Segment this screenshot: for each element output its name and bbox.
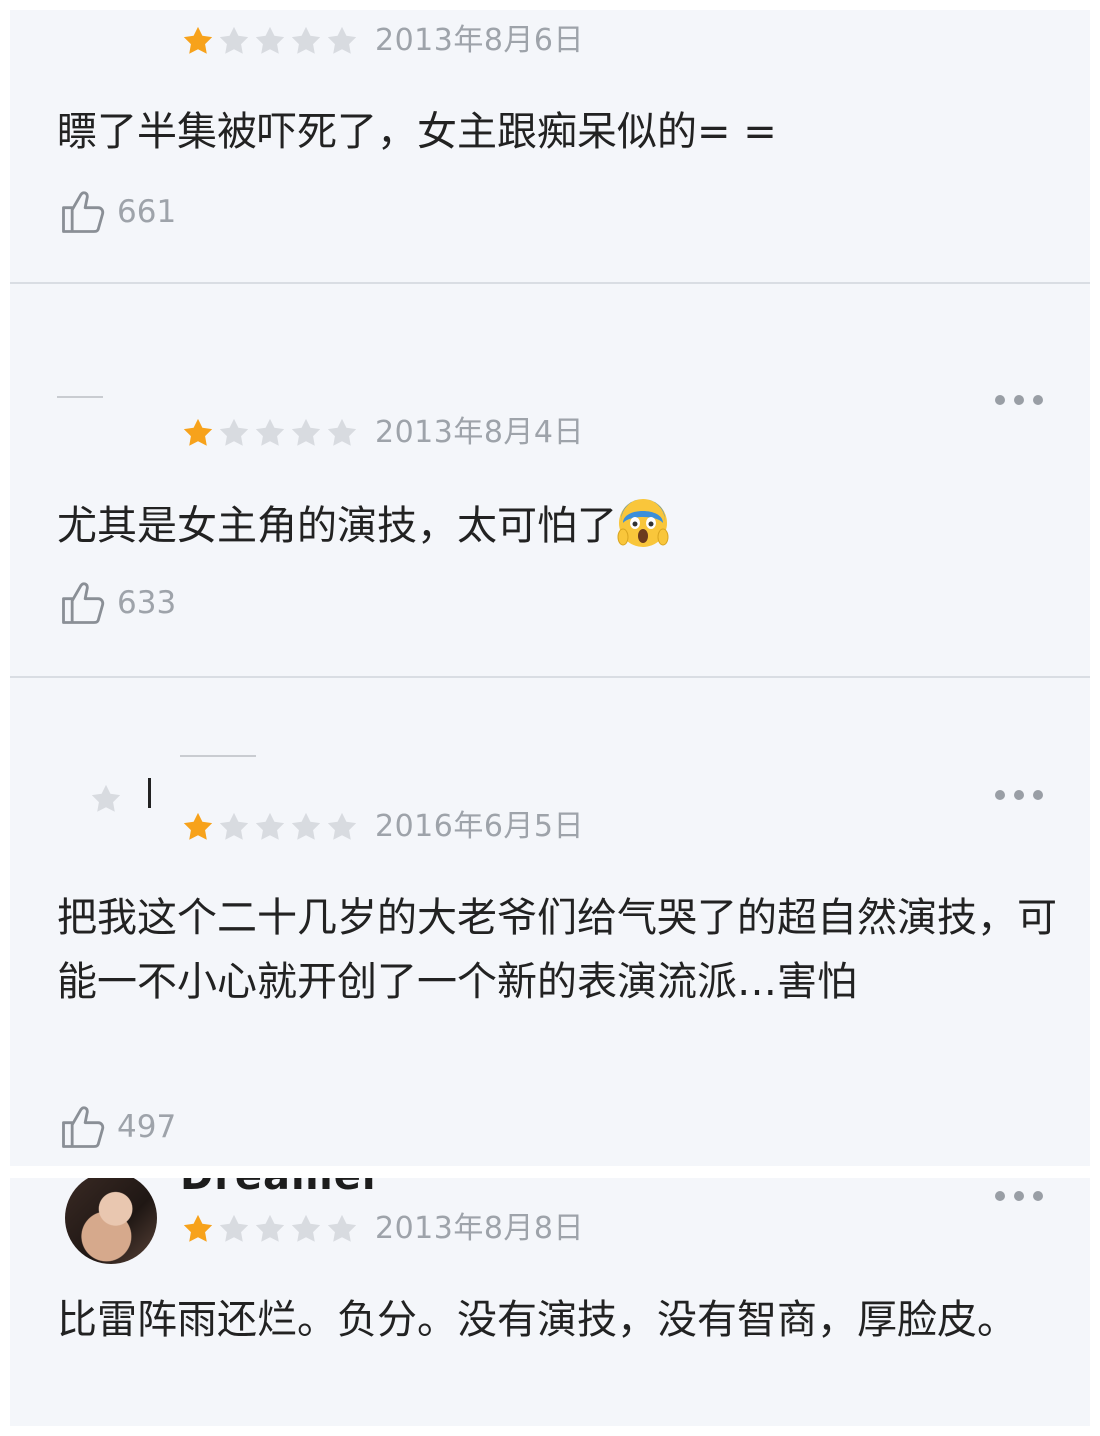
star-filled-icon [183,418,213,446]
review-text: 把我这个二十几岁的大老爷们给气哭了的超自然演技，可能一不小心就开创了一个新的表演… [57,895,1057,1005]
star-empty-icon [219,812,249,840]
star-empty-icon [291,812,321,840]
star-empty-icon [219,418,249,446]
thumbs-up-icon [62,582,105,624]
star-filled-icon [183,26,213,54]
thumbs-up-icon [62,1106,105,1148]
like-button[interactable]: 633 [57,576,176,630]
dot-icon [1014,395,1024,405]
like-button[interactable]: 661 [57,185,176,239]
dot-icon [1033,790,1043,800]
star-empty-icon [255,26,285,54]
star-empty-icon [255,1214,285,1242]
review-card: Dreamer 2013年8月8日 比雷阵雨还烂。负分。没有演技，没有智商，厚脸… [10,1178,1090,1426]
star-filled-icon [183,812,213,840]
star-empty-icon [327,812,357,840]
review-text: 比雷阵雨还烂。负分。没有演技，没有智商，厚脸皮。 [57,1297,1017,1343]
review-card: 2016年6月5日 把我这个二十几岁的大老爷们给气哭了的超自然演技，可能一不小心… [10,678,1090,1166]
review-date: 2013年8月4日 [375,415,585,450]
star-empty-icon [327,418,357,446]
more-options-button[interactable] [995,393,1043,407]
dot-icon [1014,790,1024,800]
review-date: 2013年8月8日 [375,1211,585,1246]
rating-stars [180,1212,360,1246]
rating-stars [180,416,360,450]
review-text: 尤其是女主角的演技，太可怕了 [57,494,1057,558]
username-placeholder [57,396,103,398]
dot-icon [1033,1191,1043,1201]
like-count: 661 [117,194,177,230]
star-empty-icon [255,418,285,446]
rating-stars [180,810,360,844]
star-empty-icon [219,26,249,54]
more-options-button[interactable] [995,1189,1043,1203]
star-empty-icon [291,418,321,446]
dot-icon [995,1191,1005,1201]
like-count: 497 [117,1109,177,1145]
review-text-content: 尤其是女主角的演技，太可怕了 [57,503,617,549]
star-empty-icon [255,812,285,840]
dot-icon [995,395,1005,405]
screaming-face-icon [617,499,669,547]
star-empty-icon [327,1214,357,1242]
star-empty-icon [219,1214,249,1242]
avatar[interactable] [65,1178,157,1264]
rating-stars [180,24,360,58]
like-button[interactable]: 497 [57,1100,176,1154]
star-filled-icon [183,1214,213,1242]
star-empty-icon [327,26,357,54]
dot-icon [1014,1191,1024,1201]
review-card: 2013年8月6日 瞟了半集被吓死了，女主跟痴呆似的= = 661 [10,10,1090,284]
more-options-button[interactable] [995,788,1043,802]
star-empty-icon [91,784,121,812]
review-text: 瞟了半集被吓死了，女主跟痴呆似的= = [57,109,777,155]
review-date: 2013年8月6日 [375,23,585,58]
username-placeholder [180,755,256,757]
thumbs-up-icon [62,191,105,233]
star-empty-icon [291,1214,321,1242]
dot-icon [1033,395,1043,405]
avatar-edge [148,778,151,808]
review-date: 2016年6月5日 [375,809,585,844]
star-empty-icon [291,26,321,54]
like-count: 633 [117,585,177,621]
dot-icon [995,790,1005,800]
review-card: 2013年8月4日 尤其是女主角的演技，太可怕了 633 [10,284,1090,678]
username[interactable]: Dreamer [180,1178,383,1196]
